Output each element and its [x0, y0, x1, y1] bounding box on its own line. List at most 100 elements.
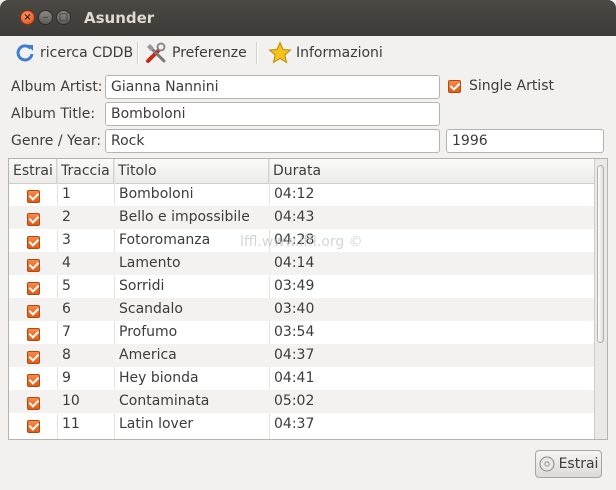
toolbar-separator: [256, 42, 258, 64]
album-artist-field[interactable]: Gianna Nannini: [105, 75, 440, 99]
track-number: 3: [62, 232, 71, 248]
column-header-title[interactable]: Titolo: [114, 159, 269, 183]
track-duration: 04:41: [274, 370, 315, 386]
checkbox-check-icon: [27, 328, 40, 341]
track-duration: 04:37: [274, 416, 315, 432]
cddb-lookup-label: ricerca CDDB: [40, 45, 134, 61]
column-header-duration[interactable]: Durata: [269, 159, 597, 183]
track-title[interactable]: Fotoromanza: [119, 229, 210, 252]
track-title[interactable]: Lamento: [119, 252, 181, 275]
track-duration: 03:49: [274, 278, 315, 294]
checkbox-check-icon: [27, 236, 40, 249]
track-duration: 04:28: [274, 232, 315, 248]
track-duration: 04:43: [274, 209, 315, 225]
track-number: 11: [62, 416, 80, 432]
extract-checkbox[interactable]: [27, 349, 40, 364]
star-icon: [268, 41, 292, 64]
album-title-label: Album Title:: [11, 106, 96, 122]
preferences-button[interactable]: Preferenze: [144, 40, 247, 66]
track-title[interactable]: Sorridi: [119, 275, 164, 298]
extract-checkbox[interactable]: [27, 211, 40, 226]
toolbar: ricerca CDDB Preferenze Informazioni: [0, 36, 616, 70]
single-artist-checkbox[interactable]: [448, 80, 461, 97]
about-label: Informazioni: [296, 45, 383, 61]
track-duration: 03:40: [274, 301, 315, 317]
table-row[interactable]: 1 Bomboloni 04:12: [9, 183, 597, 206]
about-button[interactable]: Informazioni: [268, 40, 383, 66]
track-rows: 1 Bomboloni 04:12 2 Bello e impossibile 04:43…: [9, 183, 597, 436]
checkbox-check-icon: [27, 397, 40, 410]
extract-checkbox[interactable]: [27, 326, 40, 341]
checkbox-check-icon: [27, 213, 40, 226]
table-row[interactable]: 4 Lamento 04:14: [9, 252, 597, 275]
disc-icon: [539, 456, 555, 472]
checkbox-check-icon: [27, 374, 40, 387]
extract-checkbox[interactable]: [27, 234, 40, 249]
track-number: 2: [62, 209, 71, 225]
table-row[interactable]: 9 Hey bionda 04:41: [9, 367, 597, 390]
year-field[interactable]: 1996: [446, 129, 604, 153]
checkbox-check-icon: [27, 351, 40, 364]
track-number: 7: [62, 324, 71, 340]
checkbox-check-icon: [27, 190, 40, 203]
vertical-scrollbar[interactable]: [594, 159, 607, 439]
close-icon[interactable]: ×: [20, 10, 35, 25]
album-artist-label: Album Artist:: [11, 79, 103, 95]
cddb-lookup-button[interactable]: ricerca CDDB: [14, 40, 133, 66]
extract-checkbox[interactable]: [27, 303, 40, 318]
track-title[interactable]: America: [119, 344, 177, 367]
toolbar-separator: [137, 42, 139, 64]
genre-field[interactable]: Rock: [105, 129, 440, 153]
track-number: 10: [62, 393, 80, 409]
track-number: 4: [62, 255, 71, 271]
extract-checkbox[interactable]: [27, 395, 40, 410]
title-bar: × – □ Asunder: [0, 0, 616, 36]
extract-checkbox[interactable]: [27, 188, 40, 203]
single-artist-label: Single Artist: [469, 78, 554, 94]
table-row[interactable]: 11 Latin lover 04:37: [9, 413, 597, 436]
track-duration: 03:54: [274, 324, 315, 340]
track-duration: 04:12: [274, 186, 315, 202]
column-header-extract[interactable]: Estrai: [9, 159, 57, 183]
table-row[interactable]: 10 Contaminata 05:02: [9, 390, 597, 413]
checkbox-check-icon: [27, 259, 40, 272]
track-title[interactable]: Hey bionda: [119, 367, 199, 390]
track-number: 8: [62, 347, 71, 363]
track-title[interactable]: Bello e impossibile: [119, 206, 250, 229]
extract-button-label: Estrai: [558, 456, 599, 472]
track-duration: 04:14: [274, 255, 315, 271]
track-duration: 05:02: [274, 393, 315, 409]
table-row[interactable]: 2 Bello e impossibile 04:43: [9, 206, 597, 229]
checkbox-check-icon: [27, 420, 40, 433]
refresh-icon: [16, 44, 34, 62]
scrollbar-thumb[interactable]: [597, 165, 604, 343]
tools-icon: [146, 42, 166, 63]
extract-button[interactable]: Estrai: [535, 450, 602, 478]
genre-year-label: Genre / Year:: [11, 133, 102, 149]
checkbox-check-icon: [27, 305, 40, 318]
table-row[interactable]: 8 America 04:37: [9, 344, 597, 367]
extract-checkbox[interactable]: [27, 418, 40, 433]
track-title[interactable]: Profumo: [119, 321, 177, 344]
track-title[interactable]: Contaminata: [119, 390, 209, 413]
track-number: 9: [62, 370, 71, 386]
column-header-track[interactable]: Traccia: [57, 159, 114, 183]
album-title-field[interactable]: Bomboloni: [105, 102, 440, 126]
track-duration: 04:37: [274, 347, 315, 363]
extract-checkbox[interactable]: [27, 372, 40, 387]
minimize-icon[interactable]: –: [38, 10, 53, 25]
extract-checkbox[interactable]: [27, 280, 40, 295]
table-row[interactable]: 7 Profumo 03:54: [9, 321, 597, 344]
track-number: 1: [62, 186, 71, 202]
extract-checkbox[interactable]: [27, 257, 40, 272]
table-row[interactable]: 6 Scandalo 03:40: [9, 298, 597, 321]
table-header: Estrai Traccia Titolo Durata: [9, 159, 597, 184]
track-title[interactable]: Latin lover: [119, 413, 193, 436]
track-table: Estrai Traccia Titolo Durata 1 Bomboloni 0…: [8, 158, 608, 440]
track-title[interactable]: Scandalo: [119, 298, 183, 321]
track-number: 5: [62, 278, 71, 294]
track-title[interactable]: Bomboloni: [119, 183, 193, 206]
table-row[interactable]: 5 Sorridi 03:49: [9, 275, 597, 298]
table-row[interactable]: 3 Fotoromanza 04:28: [9, 229, 597, 252]
maximize-icon[interactable]: □: [56, 10, 71, 25]
